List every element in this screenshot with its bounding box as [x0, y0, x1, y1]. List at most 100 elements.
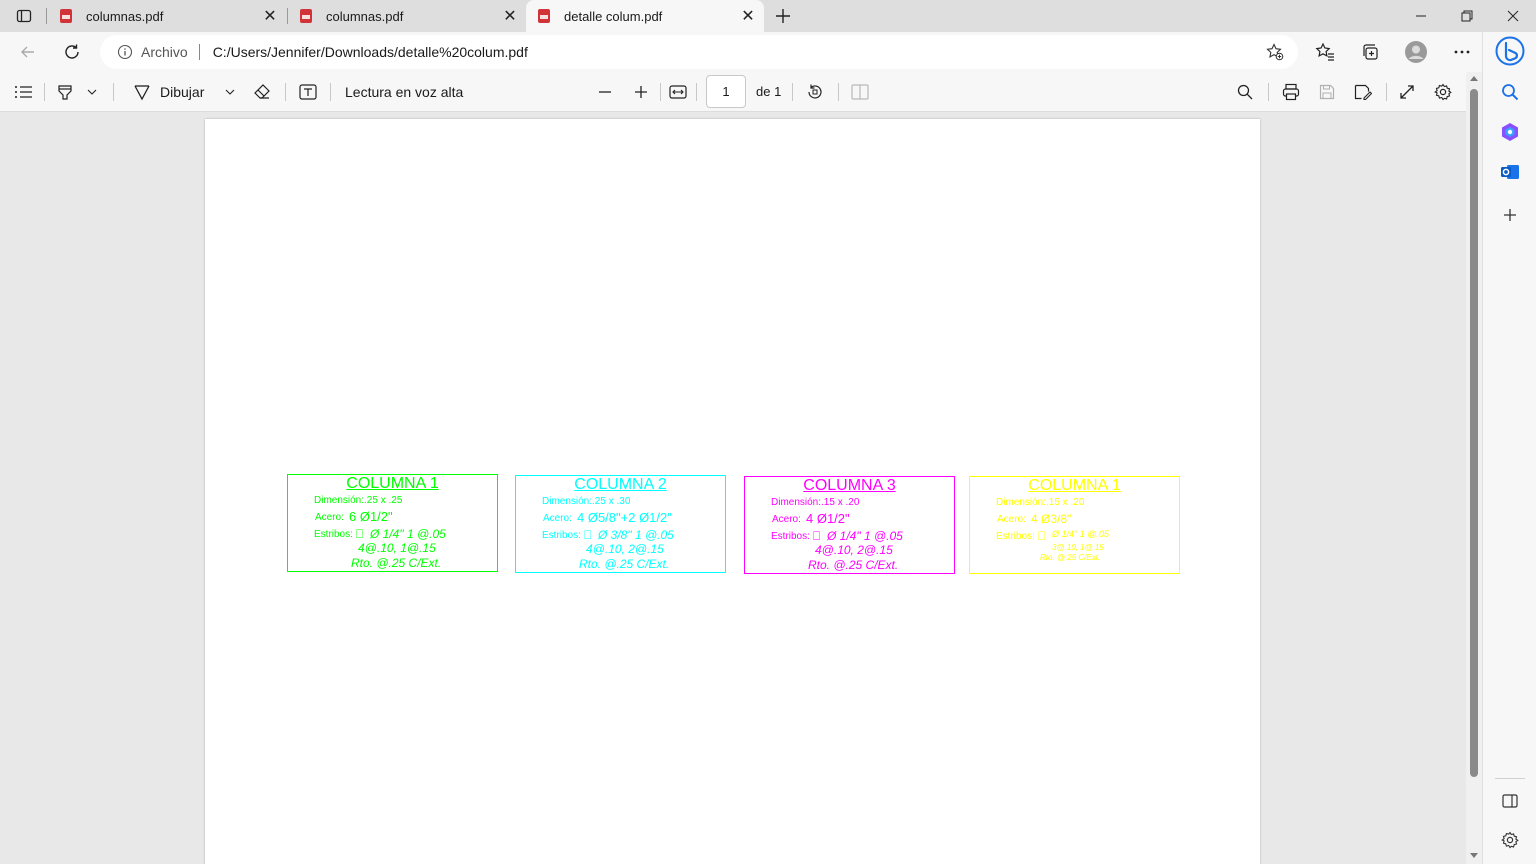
toolbar-separator — [838, 83, 839, 101]
scrollbar-thumb[interactable] — [1470, 89, 1478, 777]
back-icon[interactable] — [12, 36, 44, 68]
outlook-icon[interactable] — [1498, 160, 1522, 184]
estribos-line-2: 4@.10, 2@.15 — [815, 543, 893, 557]
estribos-label: Estribos: — [996, 531, 1035, 542]
close-tab-icon[interactable]: ✕ — [498, 4, 522, 28]
estribos-line-3: Rto. @.25 C/Ext. — [808, 558, 899, 572]
estribos-line-1: Ø 3/8" 1 @.05 — [598, 528, 674, 542]
address-bar: Archivo C:/Users/Jennifer/Downloads/deta… — [0, 32, 1536, 72]
estribos-line-1: Ø 1/4" 1 @.05 — [827, 529, 903, 543]
scroll-down-icon[interactable] — [1470, 851, 1478, 859]
rotate-icon[interactable] — [803, 80, 827, 104]
dimension-text: Dimensión:.15 x .20 — [996, 497, 1085, 508]
tab-columnas-1[interactable]: columnas.pdf ✕ — [48, 0, 286, 32]
profile-avatar-icon[interactable] — [1404, 40, 1428, 64]
stirrup-symbol-icon: ⎕ — [356, 527, 364, 541]
stirrup-symbol-icon: ⎕ — [584, 528, 592, 542]
estribos-label: Estribos: — [314, 529, 353, 540]
column-detail-box: COLUMNA 3 Dimensión:.15 x .20 Acero: 4 Ø1/2… — [744, 476, 955, 574]
estribos-line-2: 3@.10, 1@.15 — [1052, 543, 1104, 552]
save-as-icon[interactable] — [1351, 80, 1375, 104]
add-text-icon[interactable] — [296, 80, 320, 104]
column-title: COLUMNA 1 — [1028, 477, 1121, 494]
acero-label: Acero: — [315, 512, 344, 523]
estribos-line-1: Ø 1/4" 1 @.05 — [370, 527, 446, 541]
acero-label: Acero: — [997, 514, 1026, 525]
dimension-text: Dimensión:.15 x .20 — [771, 497, 860, 508]
tab-detalle-colum[interactable]: detalle colum.pdf ✕ — [526, 0, 764, 32]
restore-icon[interactable] — [1444, 0, 1490, 32]
read-aloud-button[interactable]: Lectura en voz alta — [345, 80, 463, 104]
fullscreen-icon[interactable] — [1395, 80, 1419, 104]
table-of-contents-icon[interactable] — [12, 80, 34, 104]
toolbar-separator — [1386, 83, 1387, 101]
minimize-icon[interactable] — [1398, 0, 1444, 32]
add-favorite-icon[interactable] — [1266, 43, 1284, 61]
stirrup-symbol-icon: ⎕ — [813, 529, 821, 543]
column-detail-box: COLUMNA 1 Dimensión:.25 x .25 Acero: 6 Ø1/2… — [287, 474, 498, 572]
sidebar-separator — [1495, 778, 1525, 779]
acero-value: 4 Ø3/8" — [1031, 512, 1072, 526]
page-number-input[interactable]: 1 — [706, 75, 746, 108]
zoom-out-icon[interactable] — [594, 80, 616, 104]
draw-icon[interactable] — [130, 80, 154, 104]
copilot-icon[interactable] — [1495, 36, 1525, 66]
new-tab-icon[interactable] — [770, 4, 796, 28]
column-title: COLUMNA 1 — [346, 475, 439, 492]
fit-to-width-icon[interactable] — [666, 80, 690, 104]
toolbar-separator — [44, 83, 45, 101]
origin-label: Archivo — [141, 44, 188, 60]
games-icon[interactable] — [1498, 120, 1522, 144]
column-title: COLUMNA 3 — [803, 477, 896, 494]
toolbar-separator — [792, 83, 793, 101]
pdf-viewer[interactable]: COLUMNA 1 Dimensión:.25 x .25 Acero: 6 Ø1/2… — [0, 112, 1466, 864]
highlight-chevron-down-icon[interactable] — [84, 80, 100, 104]
favorites-icon[interactable] — [1313, 40, 1337, 64]
scroll-up-icon[interactable] — [1470, 75, 1478, 83]
draw-button[interactable]: Dibujar — [160, 80, 204, 104]
add-sidebar-app-icon[interactable] — [1498, 203, 1522, 227]
page-count-label: de 1 — [756, 84, 782, 99]
toolbar-separator — [285, 83, 286, 101]
estribos-line-2: 4@.10, 1@.15 — [358, 541, 436, 555]
acero-value: 4 Ø5/8"+2 Ø1/2" — [577, 510, 672, 525]
tab-title: columnas.pdf — [326, 8, 404, 24]
tab-strip: columnas.pdf ✕ columnas.pdf ✕ detalle co… — [0, 0, 1536, 32]
highlight-icon[interactable] — [54, 80, 76, 104]
url-bar[interactable]: Archivo C:/Users/Jennifer/Downloads/deta… — [100, 35, 1298, 69]
more-options-icon[interactable] — [1450, 40, 1474, 64]
url-text[interactable]: C:/Users/Jennifer/Downloads/detalle%20co… — [213, 44, 528, 60]
toolbar-separator — [330, 83, 331, 101]
close-window-icon[interactable] — [1490, 0, 1536, 32]
column-title: COLUMNA 2 — [574, 476, 667, 493]
draw-chevron-down-icon[interactable] — [222, 80, 238, 104]
refresh-icon[interactable] — [56, 36, 88, 68]
estribos-line-2: 4@.10, 2@.15 — [586, 542, 664, 556]
search-sidebar-icon[interactable] — [1498, 80, 1522, 104]
sidebar-settings-gear-icon[interactable] — [1498, 828, 1522, 852]
vertical-scrollbar[interactable] — [1466, 72, 1482, 864]
zoom-in-icon[interactable] — [630, 80, 652, 104]
dimension-text: Dimensión:.25 x .30 — [542, 496, 631, 507]
tab-actions-menu-icon[interactable] — [8, 4, 40, 28]
close-tab-icon[interactable]: ✕ — [258, 4, 282, 28]
draw-label: Dibujar — [160, 84, 205, 100]
search-icon[interactable] — [1233, 80, 1257, 104]
save-icon[interactable] — [1315, 80, 1339, 104]
eraser-icon[interactable] — [250, 80, 274, 104]
estribos-line-3: Rto. @.25 C/Ext. — [1040, 553, 1101, 562]
page-view-icon[interactable] — [848, 80, 872, 104]
collections-icon[interactable] — [1358, 40, 1382, 64]
tab-columnas-2[interactable]: columnas.pdf ✕ — [288, 0, 526, 32]
hide-sidebar-icon[interactable] — [1498, 789, 1522, 813]
pdf-file-icon — [60, 9, 72, 23]
close-tab-icon[interactable]: ✕ — [736, 4, 760, 28]
tab-separator — [46, 8, 47, 24]
pdf-settings-gear-icon[interactable] — [1431, 80, 1455, 104]
print-icon[interactable] — [1279, 80, 1303, 104]
estribos-line-1: Ø 1/4" 1 @.05 — [1052, 529, 1109, 539]
column-detail-box: COLUMNA 2 Dimensión:.25 x .30 Acero: 4 Ø5/8… — [515, 475, 726, 573]
info-icon[interactable] — [117, 44, 133, 60]
dimension-text: Dimensión:.25 x .25 — [314, 495, 403, 506]
edge-sidebar — [1482, 32, 1536, 864]
